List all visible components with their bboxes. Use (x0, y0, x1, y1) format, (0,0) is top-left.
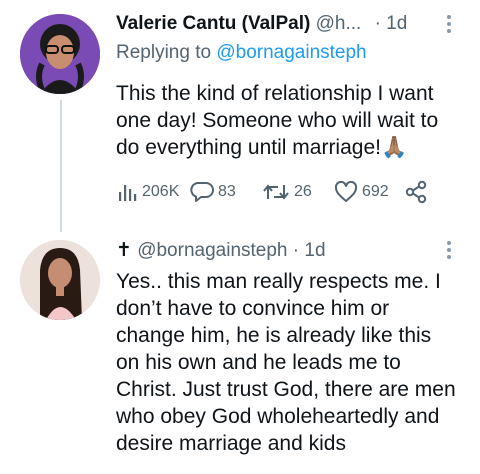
avatar-valerie[interactable] (20, 14, 100, 94)
cross-icon: ✝ (116, 239, 132, 261)
tweet-text-line: on his own and he leads me to (116, 351, 401, 374)
tweet-text: Yes.. this man really respects me. I don… (116, 268, 476, 457)
reply-button[interactable]: 83 (190, 178, 236, 206)
display-name[interactable]: Valerie Cantu (ValPal) (116, 13, 310, 34)
tweet-bornagainsteph[interactable]: ✝ @bornagainsteph · 1d Yes.. this man re… (0, 232, 480, 474)
retweet-button[interactable]: 26 (262, 178, 312, 206)
tweet-header: Valerie Cantu (ValPal) @h... · 1d (116, 12, 407, 36)
tweet-text-line: do everything until marriage!🙏🏽 (116, 136, 408, 159)
tweet-text-line: Yes.. this man really respects me. I (116, 270, 441, 293)
tweet-text-line: who obey God wholeheartedly and (116, 405, 440, 428)
tweet-text-line: one day! Someone who will wait to (116, 109, 439, 132)
tweet-header: ✝ @bornagainsteph · 1d (116, 238, 326, 263)
avatar-valerie-image (20, 14, 100, 94)
action-bar: 206K 83 26 692 (116, 178, 446, 206)
reply-count: 83 (218, 183, 236, 200)
reply-icon (190, 182, 214, 202)
more-options-icon[interactable] (446, 240, 452, 264)
avatar-bornagainsteph-image (20, 240, 100, 320)
like-button[interactable]: 692 (334, 178, 389, 206)
replying-prefix: Replying to (116, 42, 212, 63)
tweet-text-line: desire marriage and kids (116, 432, 346, 455)
thread-line (60, 100, 62, 232)
more-options-icon[interactable] (446, 14, 452, 38)
share-button[interactable] (404, 178, 428, 206)
timestamp[interactable]: · 1d (293, 240, 326, 261)
replying-handle-link[interactable]: @bornagainsteph (216, 42, 366, 63)
heart-icon (334, 181, 358, 202)
retweet-count: 26 (294, 183, 312, 200)
views-button[interactable]: 206K (116, 178, 179, 206)
user-handle[interactable]: @h... (316, 13, 362, 34)
like-count: 692 (362, 183, 389, 200)
share-icon (405, 180, 427, 204)
tweet-valerie[interactable]: Valerie Cantu (ValPal) @h... · 1d Replyi… (0, 0, 480, 232)
tweet-text: This the kind of relationship I want one… (116, 80, 466, 161)
tweet-text-line: This the kind of relationship I want (116, 82, 434, 105)
replying-to: Replying to @bornagainsteph (116, 41, 367, 65)
tweet-text-line: change him, he is already like this (116, 324, 432, 347)
views-count: 206K (142, 183, 180, 200)
user-handle[interactable]: @bornagainsteph (137, 240, 287, 261)
timestamp[interactable]: · 1d (375, 13, 408, 34)
tweet-text-line: don’t have to convince him or (116, 297, 390, 320)
views-icon (119, 185, 137, 201)
tweet-text-line: Christ. Just trust God, there are men (116, 378, 456, 401)
retweet-icon (263, 184, 289, 200)
avatar-bornagainsteph[interactable] (20, 240, 100, 320)
